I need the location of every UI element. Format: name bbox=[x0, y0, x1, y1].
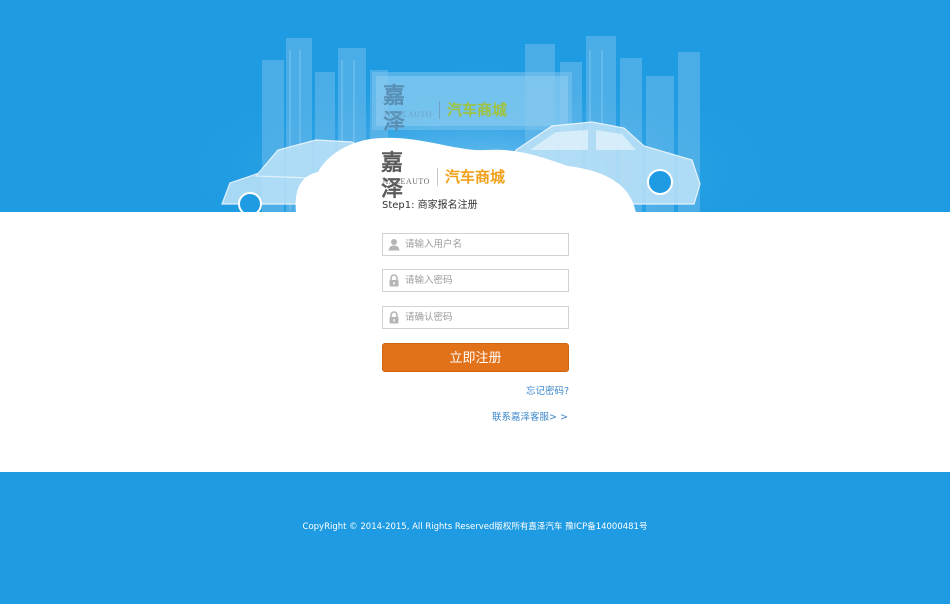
cloud-shape bbox=[295, 137, 636, 213]
lock-icon bbox=[389, 274, 399, 287]
main-logo-sub: 汽车商城 bbox=[445, 168, 506, 186]
register-button[interactable]: 立即注册 bbox=[382, 343, 569, 372]
footer bbox=[0, 472, 950, 604]
main-logo-divider bbox=[437, 168, 438, 186]
forgot-password-link[interactable]: 忘记密码? bbox=[526, 386, 569, 398]
confirm-password-input[interactable] bbox=[405, 307, 565, 328]
main-logo-cn: 嘉泽 bbox=[381, 150, 407, 202]
main-logo-en: JIAZEAUTO bbox=[382, 177, 430, 186]
password-input[interactable] bbox=[405, 270, 565, 291]
contact-support-link[interactable]: 联系嘉泽客服> > bbox=[492, 412, 568, 424]
lock-icon bbox=[389, 311, 399, 324]
username-input[interactable] bbox=[405, 234, 565, 255]
username-field[interactable] bbox=[382, 233, 569, 256]
password-field[interactable] bbox=[382, 269, 569, 292]
confirm-password-field[interactable] bbox=[382, 306, 569, 329]
step-title: Step1: 商家报名注册 bbox=[382, 200, 478, 211]
copyright-text: CopyRight © 2014-2015, All Rights Reserv… bbox=[302, 522, 648, 532]
user-icon bbox=[388, 239, 400, 251]
